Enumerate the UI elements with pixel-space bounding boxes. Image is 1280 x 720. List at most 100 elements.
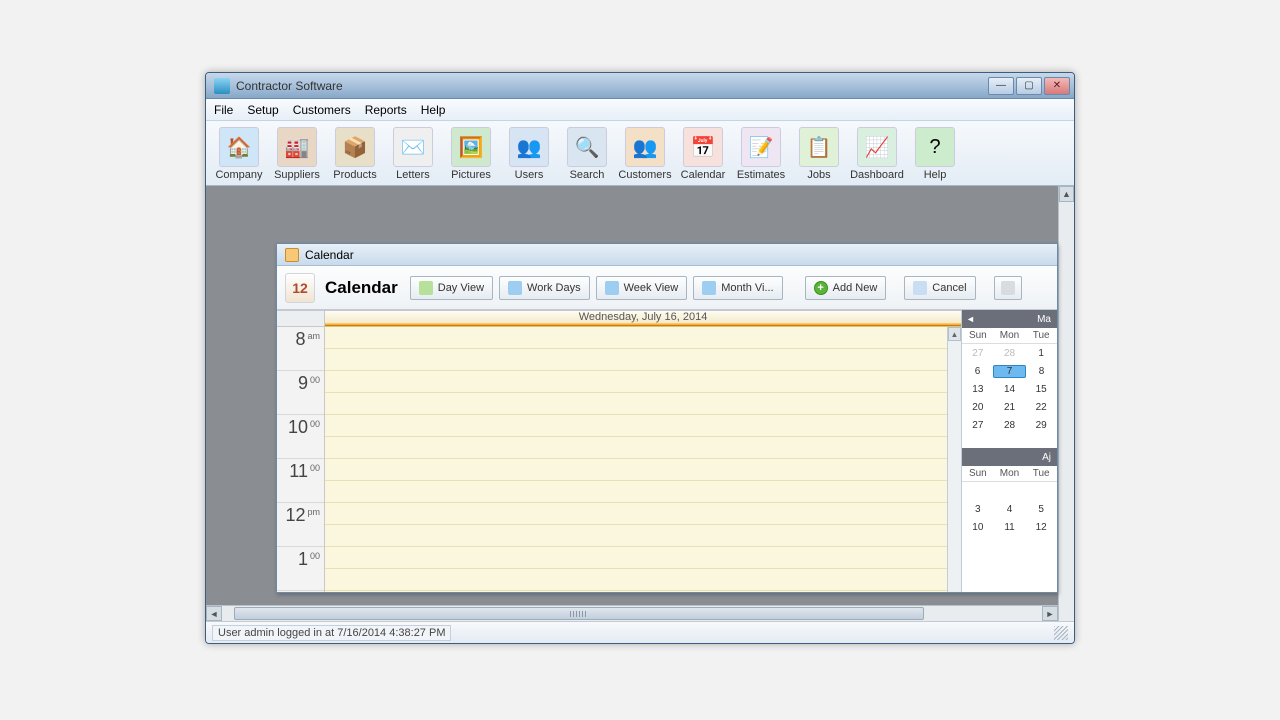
toolbar-label: Search (570, 169, 605, 181)
search-icon: 🔍 (567, 127, 607, 167)
minical-day[interactable]: 7 (993, 365, 1026, 378)
toolbar-estimates[interactable]: 📝Estimates (732, 125, 790, 183)
toolbar-label: Jobs (807, 169, 830, 181)
toolbar-users[interactable]: 👥Users (500, 125, 558, 183)
mini-calendar-panel: ◄MaSunMonTue27281678131415202122272829Aj… (961, 310, 1057, 592)
minical-day[interactable]: 28 (994, 420, 1026, 431)
minical-monthbar[interactable]: Aj (962, 448, 1057, 466)
toolbar-jobs[interactable]: 📋Jobs (790, 125, 848, 183)
titlebar[interactable]: Contractor Software — ▢ ✕ (206, 73, 1074, 99)
minical-day[interactable]: 29 (1025, 420, 1057, 431)
menu-file[interactable]: File (214, 103, 233, 117)
toolbar-pictures[interactable]: 🖼️Pictures (442, 125, 500, 183)
scroll-track[interactable] (222, 606, 1042, 621)
house-icon: 🏠 (219, 127, 259, 167)
minical-row: 101112 (962, 518, 1057, 536)
mdi-client-area: ▲ Calendar 12 Calendar Day View Work Day… (206, 186, 1074, 621)
menu-reports[interactable]: Reports (365, 103, 407, 117)
minical-day[interactable]: 6 (962, 366, 993, 377)
prev-month-icon[interactable]: ◄ (966, 314, 976, 324)
calendar-heading-icon: 12 (285, 273, 315, 303)
schedule-grid[interactable] (325, 327, 961, 592)
window-title: Contractor Software (236, 79, 988, 93)
toolbar-label: Pictures (451, 169, 491, 181)
dayview-button[interactable]: Day View (410, 276, 493, 300)
toolbar-label: Company (215, 169, 262, 181)
minical-row: 131415 (962, 380, 1057, 398)
toolbar-customers[interactable]: 👥Customers (616, 125, 674, 183)
minical-day[interactable]: 13 (962, 384, 994, 395)
scroll-up-icon[interactable]: ▲ (1059, 186, 1074, 202)
scroll-right-icon[interactable]: ► (1042, 606, 1058, 621)
workdays-button[interactable]: Work Days (499, 276, 590, 300)
minical-day[interactable]: 14 (994, 384, 1026, 395)
weekview-button[interactable]: Week View (596, 276, 688, 300)
scroll-thumb[interactable] (234, 607, 924, 620)
calendar-titlebar[interactable]: Calendar (277, 244, 1057, 266)
minical-day[interactable]: 21 (994, 402, 1026, 413)
minical-day[interactable]: 8 (1026, 366, 1057, 377)
menubar: File Setup Customers Reports Help (206, 99, 1074, 121)
statusbar: User admin logged in at 7/16/2014 4:38:2… (206, 621, 1074, 643)
menu-setup[interactable]: Setup (247, 103, 278, 117)
minical-day[interactable]: 28 (994, 348, 1026, 359)
day-header: Wednesday, July 16, 2014 (325, 311, 961, 327)
toolbar-company[interactable]: 🏠 Company (210, 125, 268, 183)
toolbar-label: Products (333, 169, 376, 181)
box-icon: 📦 (335, 127, 375, 167)
schedule-vertical-scrollbar[interactable]: ▲ (947, 327, 961, 592)
toolbar-products[interactable]: 📦 Products (326, 125, 384, 183)
calendar-icon: 📅 (683, 127, 723, 167)
minical-day[interactable]: 3 (962, 504, 994, 515)
outer-horizontal-scrollbar[interactable]: ◄ ► (206, 605, 1058, 621)
cancel-icon (913, 281, 927, 295)
outer-vertical-scrollbar[interactable]: ▲ (1058, 186, 1074, 621)
minical-day[interactable]: 22 (1025, 402, 1057, 413)
menu-help[interactable]: Help (421, 103, 446, 117)
toolbar-calendar[interactable]: 📅Calendar (674, 125, 732, 183)
minical-monthname: Aj (966, 452, 1053, 463)
minical-monthbar[interactable]: ◄Ma (962, 310, 1057, 328)
calendar-window-icon (285, 248, 299, 262)
monthview-button[interactable]: Month Vi... (693, 276, 782, 300)
minical-day[interactable]: 12 (1025, 522, 1057, 533)
status-text: User admin logged in at 7/16/2014 4:38:2… (212, 625, 451, 641)
minical-day[interactable]: 5 (1025, 504, 1057, 515)
minical-day[interactable]: 4 (994, 504, 1026, 515)
close-button[interactable]: ✕ (1044, 77, 1070, 95)
addnew-button[interactable]: +Add New (805, 276, 887, 300)
minical-day[interactable]: 1 (1025, 348, 1057, 359)
calendar-toolbar: 12 Calendar Day View Work Days Week View… (277, 266, 1057, 310)
scroll-left-icon[interactable]: ◄ (206, 606, 222, 621)
add-icon: + (814, 281, 828, 295)
minical-day[interactable]: 27 (962, 420, 994, 431)
calendar-body: 8am9001000110012pm100 Wednesday, July 16… (277, 310, 1057, 592)
toolbar-help[interactable]: ?Help (906, 125, 964, 183)
minical-day[interactable]: 10 (962, 522, 994, 533)
toolbar-label: Users (515, 169, 544, 181)
hour-row: 1100 (277, 459, 324, 503)
print-button[interactable] (994, 276, 1022, 300)
toolbar-dashboard[interactable]: 📈Dashboard (848, 125, 906, 183)
minical-dow: SunMonTue (962, 328, 1057, 344)
maximize-button[interactable]: ▢ (1016, 77, 1042, 95)
minical-day[interactable]: 11 (994, 522, 1026, 533)
toolbar-label: Suppliers (274, 169, 320, 181)
minical-day[interactable]: 27 (962, 348, 994, 359)
toolbar-letters[interactable]: ✉️Letters (384, 125, 442, 183)
resize-grip-icon[interactable] (1054, 626, 1068, 640)
minical-day[interactable]: 20 (962, 402, 994, 413)
minical-monthname: Ma (976, 314, 1053, 325)
minimize-button[interactable]: — (988, 77, 1014, 95)
minical-row: 202122 (962, 398, 1057, 416)
menu-customers[interactable]: Customers (293, 103, 351, 117)
time-column: 8am9001000110012pm100 (277, 310, 325, 592)
minical-day[interactable]: 15 (1025, 384, 1057, 395)
cancel-button[interactable]: Cancel (904, 276, 975, 300)
main-toolbar: 🏠 Company 🏭Suppliers📦 Products ✉️Letters🖼️Pi… (206, 121, 1074, 186)
minical-row: 272829 (962, 416, 1057, 434)
toolbar-search[interactable]: 🔍 Search (558, 125, 616, 183)
dayview-icon (419, 281, 433, 295)
scroll-up-icon[interactable]: ▲ (948, 327, 961, 341)
toolbar-suppliers[interactable]: 🏭Suppliers (268, 125, 326, 183)
